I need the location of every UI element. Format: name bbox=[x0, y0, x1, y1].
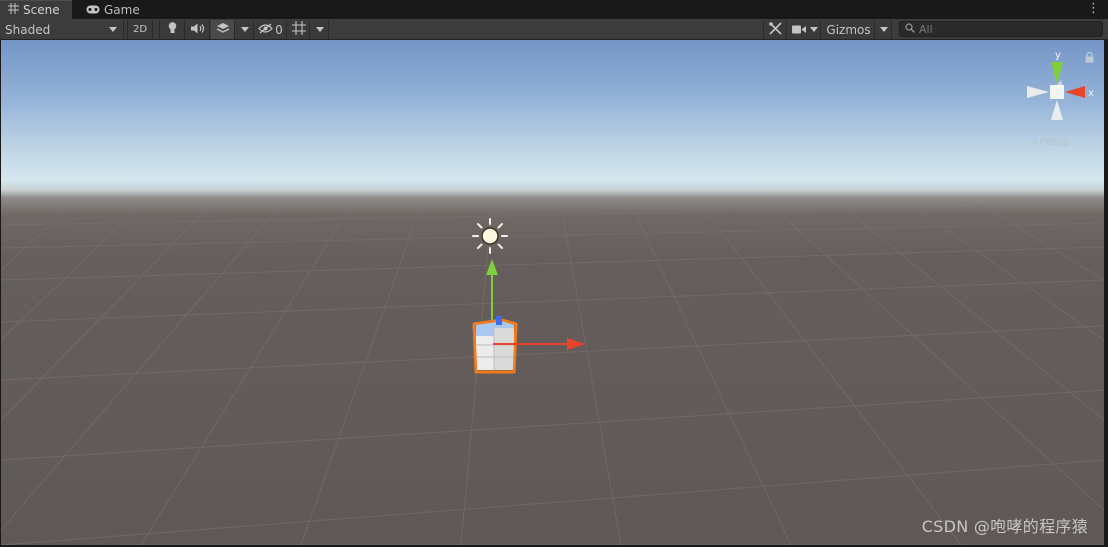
layers-icon bbox=[216, 22, 230, 37]
scene-visibility-button[interactable]: 0 bbox=[255, 20, 287, 39]
tab-scene[interactable]: Scene bbox=[0, 0, 72, 19]
grid-icon bbox=[291, 21, 306, 38]
window-tab-bar: Scene Game ⋮ bbox=[0, 0, 1108, 19]
axis-label-x: x bbox=[1088, 88, 1094, 99]
orientation-gizmo: y x bbox=[1027, 50, 1094, 120]
scene-viewport[interactable]: y x <Persp CSDN @咆哮的程序猿 bbox=[1, 40, 1104, 545]
ground-grid bbox=[1, 204, 1104, 545]
grid-icon bbox=[8, 3, 19, 17]
draw-mode-label: Shaded bbox=[5, 22, 51, 37]
projection-label[interactable]: <Persp bbox=[1030, 135, 1069, 148]
camera-icon bbox=[791, 23, 806, 37]
axis-label-y: y bbox=[1055, 50, 1061, 61]
search-input[interactable] bbox=[915, 22, 1089, 36]
grid-dropdown[interactable] bbox=[311, 20, 329, 39]
tab-game[interactable]: Game bbox=[78, 0, 148, 19]
chevron-down-icon bbox=[809, 27, 818, 32]
gamepad-icon bbox=[86, 3, 100, 17]
gizmos-label: Gizmos bbox=[826, 22, 871, 37]
hidden-count: 0 bbox=[275, 22, 283, 37]
scene-canvas: y x bbox=[1, 50, 1104, 545]
more-options-icon[interactable]: ⋮ bbox=[1087, 1, 1100, 17]
2d-toggle-button[interactable]: 2D bbox=[127, 20, 153, 39]
lightbulb-icon bbox=[168, 22, 177, 37]
chevron-down-icon bbox=[109, 27, 117, 32]
tab-game-label: Game bbox=[104, 2, 140, 17]
gizmos-dropdown[interactable] bbox=[876, 20, 892, 39]
lighting-toggle-button[interactable] bbox=[159, 20, 185, 39]
scene-toolbar: Shaded 2D 0 Gizmos All bbox=[0, 19, 1108, 40]
speaker-icon bbox=[190, 23, 205, 37]
chevron-down-icon bbox=[240, 27, 249, 32]
watermark-text: CSDN @咆哮的程序猿 bbox=[921, 517, 1088, 536]
tools-button[interactable] bbox=[763, 20, 787, 39]
effects-toggle-button[interactable] bbox=[211, 20, 235, 39]
chevron-down-icon bbox=[879, 27, 888, 32]
grid-toggle-button[interactable] bbox=[288, 20, 310, 39]
scene-search-box[interactable] bbox=[899, 21, 1103, 37]
search-icon bbox=[905, 22, 915, 36]
hidden-eye-icon bbox=[258, 22, 273, 37]
wrench-icon bbox=[768, 21, 782, 38]
gizmos-button[interactable]: Gizmos bbox=[823, 20, 875, 39]
move-handle-z-axis bbox=[496, 316, 502, 325]
2d-toggle-label: 2D bbox=[132, 24, 148, 35]
tab-scene-label: Scene bbox=[23, 3, 60, 17]
draw-mode-dropdown[interactable]: Shaded bbox=[0, 20, 124, 39]
chevron-down-icon bbox=[315, 27, 324, 32]
audio-toggle-button[interactable] bbox=[186, 20, 210, 39]
camera-settings-button[interactable] bbox=[789, 20, 821, 39]
effects-dropdown[interactable] bbox=[236, 20, 254, 39]
directional-light-icon bbox=[472, 218, 508, 254]
